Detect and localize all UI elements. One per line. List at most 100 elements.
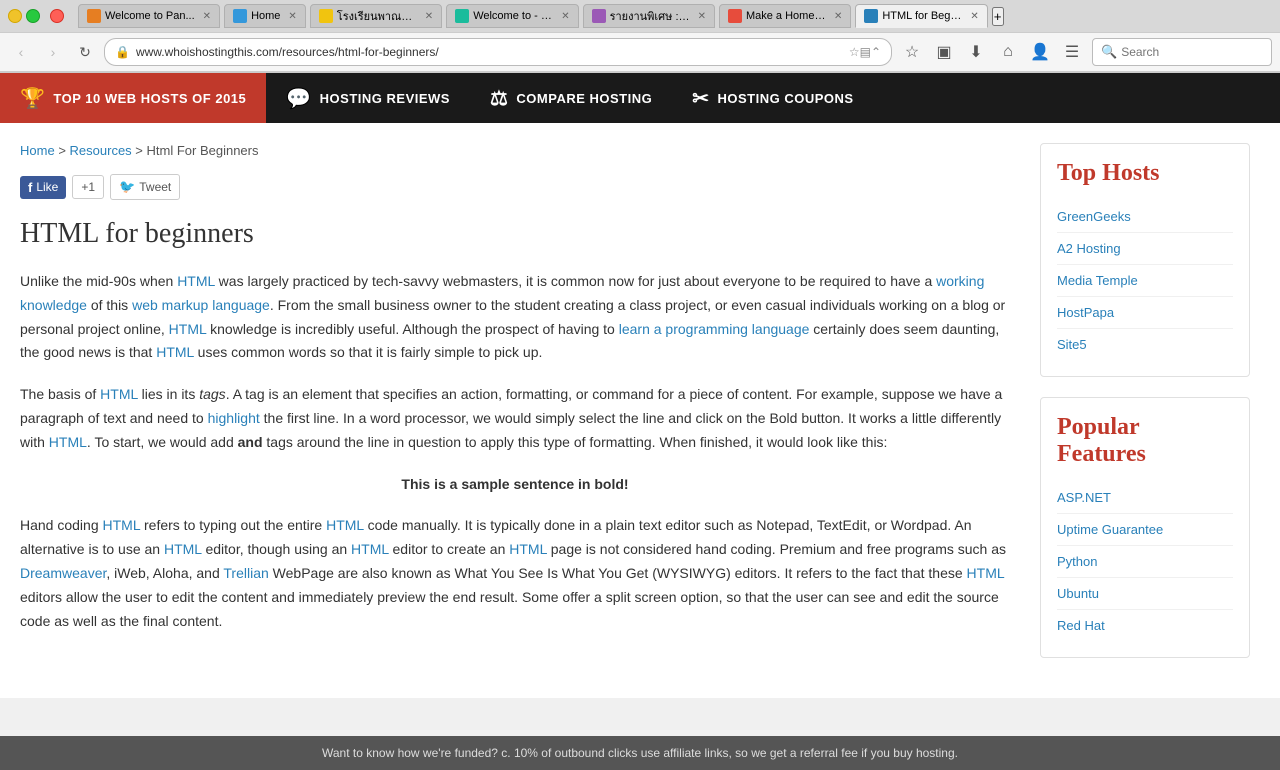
- dreamweaver-link[interactable]: Dreamweaver: [20, 565, 106, 581]
- window-maximize[interactable]: [26, 9, 40, 23]
- search-icon: 🔍: [1101, 44, 1117, 60]
- tab-close-7[interactable]: ✕: [970, 11, 978, 22]
- tab-4[interactable]: Welcome to - Kr... ✕: [446, 4, 578, 28]
- forward-button[interactable]: ›: [40, 39, 66, 65]
- toolbar-icons: ☆ ▣ ⬇ ⌂ 👤 ☰: [898, 38, 1086, 66]
- bookmark-star-icon: ☆: [849, 45, 860, 59]
- bookmark-button[interactable]: ☆: [898, 38, 926, 66]
- tab-6[interactable]: Make a Home w... ✕: [719, 4, 851, 28]
- sidebar-link-redhat[interactable]: Red Hat: [1057, 610, 1233, 641]
- url-bar[interactable]: 🔒 www.whoishostingthis.com/resources/htm…: [104, 38, 892, 66]
- scale-icon: ⚖: [490, 86, 508, 111]
- sidebar-link-hostpapa[interactable]: HostPapa: [1057, 297, 1233, 329]
- top-hosts-box: Top Hosts GreenGeeks A2 Hosting Media Te…: [1040, 143, 1250, 377]
- new-tab-button[interactable]: +: [992, 7, 1004, 26]
- search-bar[interactable]: 🔍: [1092, 38, 1272, 66]
- sidebar-link-site5[interactable]: Site5: [1057, 329, 1233, 360]
- nav-compare[interactable]: ⚖ COMPARE HOSTING: [470, 73, 672, 123]
- menu-button[interactable]: ☰: [1058, 38, 1086, 66]
- html-link-2[interactable]: HTML: [169, 321, 207, 337]
- footer-bar: Want to know how we're funded? c. 10% of…: [0, 736, 1280, 770]
- reload-button[interactable]: ↻: [72, 39, 98, 65]
- sample-bold-text: This is a sample sentence in bold!: [20, 473, 1010, 497]
- nav-reviews[interactable]: 💬 HOSTING REVIEWS: [266, 73, 470, 123]
- social-buttons: f Like +1 🐦 Tweet: [20, 174, 1010, 200]
- browser-chrome: Welcome to Pan... ✕ Home ✕ โรงเรียนพาณทอ…: [0, 0, 1280, 73]
- breadcrumb-resources[interactable]: Resources: [70, 143, 132, 158]
- tab-5[interactable]: รายงานพิเศษ : เคล็ดลัด... ✕: [583, 4, 715, 28]
- tab-2[interactable]: Home ✕: [224, 4, 306, 28]
- nav-compare-label: COMPARE HOSTING: [516, 91, 652, 106]
- chat-icon: 💬: [286, 86, 311, 111]
- learn-link[interactable]: learn a programming language: [619, 321, 810, 337]
- tab-close-3[interactable]: ✕: [425, 11, 433, 22]
- facebook-like-button[interactable]: f Like: [20, 176, 66, 199]
- tweet-button[interactable]: 🐦 Tweet: [110, 174, 180, 200]
- tab-favicon-2: [233, 9, 247, 23]
- tab-label-4: Welcome to - Kr...: [473, 10, 553, 22]
- html-link-3[interactable]: HTML: [156, 344, 194, 360]
- sidebar-link-aspnet[interactable]: ASP.NET: [1057, 482, 1233, 514]
- sidebar-link-python[interactable]: Python: [1057, 546, 1233, 578]
- tab-close-1[interactable]: ✕: [203, 11, 211, 22]
- lock-icon: 🔒: [115, 45, 130, 59]
- web-markup-link[interactable]: web markup language: [132, 297, 270, 313]
- refresh-icon: ⌃: [871, 45, 881, 59]
- tab-close-5[interactable]: ✕: [698, 11, 706, 22]
- tab-3[interactable]: โรงเรียนพาณทอง ... ✕: [310, 4, 442, 28]
- sidebar-link-ubuntu[interactable]: Ubuntu: [1057, 578, 1233, 610]
- html-link-7[interactable]: HTML: [326, 517, 364, 533]
- tab-favicon-7: [864, 9, 878, 23]
- avatar-button[interactable]: 👤: [1026, 38, 1054, 66]
- download-button[interactable]: ⬇: [962, 38, 990, 66]
- back-button[interactable]: ‹: [8, 39, 34, 65]
- html-editor-link-2[interactable]: HTML: [351, 541, 389, 557]
- tweet-label: Tweet: [139, 180, 171, 194]
- tab-label-6: Make a Home w...: [746, 10, 826, 22]
- article-title: HTML for beginners: [20, 218, 1010, 250]
- tab-close-6[interactable]: ✕: [834, 11, 842, 22]
- tab-1[interactable]: Welcome to Pan... ✕: [78, 4, 220, 28]
- footer-text: Want to know how we're funded? c. 10% of…: [322, 746, 958, 760]
- window-close[interactable]: [50, 9, 64, 23]
- html-link-1[interactable]: HTML: [177, 273, 215, 289]
- breadcrumb-home[interactable]: Home: [20, 143, 55, 158]
- html-editor-link-1[interactable]: HTML: [164, 541, 202, 557]
- window-minimize[interactable]: [8, 9, 22, 23]
- pocket-button[interactable]: ▣: [930, 38, 958, 66]
- tab-close-2[interactable]: ✕: [288, 11, 296, 22]
- sidebar: Top Hosts GreenGeeks A2 Hosting Media Te…: [1030, 143, 1260, 678]
- nav-top10[interactable]: 🏆 TOP 10 WEB HOSTS OF 2015: [0, 73, 266, 123]
- nav-bar: ‹ › ↻ 🔒 www.whoishostingthis.com/resourc…: [0, 32, 1280, 72]
- sidebar-link-a2hosting[interactable]: A2 Hosting: [1057, 233, 1233, 265]
- tab-close-4[interactable]: ✕: [561, 11, 569, 22]
- html-link-6[interactable]: HTML: [103, 517, 141, 533]
- sidebar-link-uptime[interactable]: Uptime Guarantee: [1057, 514, 1233, 546]
- main-content: Home > Resources > Html For Beginners f …: [0, 123, 1280, 698]
- article-paragraph-2: The basis of HTML lies in its tags. A ta…: [20, 383, 1010, 454]
- gplus-label: +1: [81, 180, 95, 194]
- tab-7-active[interactable]: HTML for Begin... ✕: [855, 4, 987, 28]
- trellian-link[interactable]: Trellian: [223, 565, 268, 581]
- html-link-4[interactable]: HTML: [100, 386, 138, 402]
- nav-coupons[interactable]: ✂ HOSTING COUPONS: [672, 73, 873, 123]
- tab-favicon-3: [319, 9, 333, 23]
- sidebar-link-greengeeks[interactable]: GreenGeeks: [1057, 201, 1233, 233]
- home-button[interactable]: ⌂: [994, 38, 1022, 66]
- html-link-5[interactable]: HTML: [49, 434, 87, 450]
- nav-top10-label: TOP 10 WEB HOSTS OF 2015: [53, 91, 246, 106]
- tab-label-2: Home: [251, 10, 280, 22]
- html-link-8[interactable]: HTML: [509, 541, 547, 557]
- facebook-icon: f: [28, 180, 32, 195]
- breadcrumb-sep-2: >: [135, 143, 146, 158]
- html-link-9[interactable]: HTML: [967, 565, 1005, 581]
- nav-coupons-label: HOSTING COUPONS: [718, 91, 854, 106]
- gplus-button[interactable]: +1: [72, 175, 104, 199]
- search-input[interactable]: [1121, 45, 1241, 59]
- tab-label-1: Welcome to Pan...: [105, 10, 195, 22]
- sidebar-link-mediatemple[interactable]: Media Temple: [1057, 265, 1233, 297]
- article: HTML for beginners Unlike the mid-90s wh…: [20, 218, 1010, 633]
- content-area: Home > Resources > Html For Beginners f …: [0, 143, 1030, 678]
- highlight-link[interactable]: highlight: [208, 410, 260, 426]
- tab-bar: Welcome to Pan... ✕ Home ✕ โรงเรียนพาณทอ…: [0, 0, 1280, 32]
